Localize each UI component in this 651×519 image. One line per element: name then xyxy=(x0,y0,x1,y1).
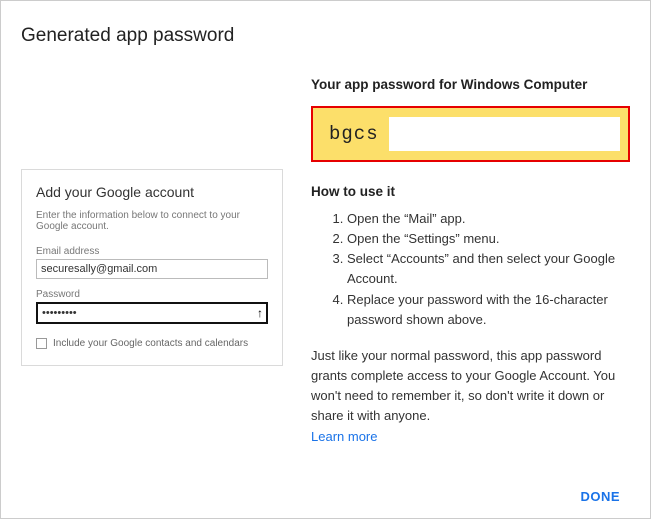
howto-heading: How to use it xyxy=(311,184,630,199)
learn-more-link[interactable]: Learn more xyxy=(311,429,377,444)
howto-step: Open the “Mail” app. xyxy=(347,209,630,229)
disclaimer-text: Just like your normal password, this app… xyxy=(311,346,630,427)
panel-heading: Add your Google account xyxy=(36,184,268,200)
panel-intro: Enter the information below to connect t… xyxy=(36,210,268,232)
page-title: Generated app password xyxy=(21,25,630,47)
done-button[interactable]: DONE xyxy=(580,489,620,504)
password-label: Password xyxy=(36,289,268,300)
account-setup-panel: Add your Google account Enter the inform… xyxy=(21,169,283,366)
app-password-value: bgcs xyxy=(319,123,389,145)
caps-indicator-icon: ↑ xyxy=(257,306,263,320)
app-password-box: bgcs xyxy=(311,106,630,162)
email-field[interactable] xyxy=(36,259,268,279)
howto-steps: Open the “Mail” app. Open the “Settings”… xyxy=(347,209,630,330)
howto-step: Replace your password with the 16-charac… xyxy=(347,290,630,330)
app-password-heading: Your app password for Windows Computer xyxy=(311,77,630,92)
howto-step: Select “Accounts” and then select your G… xyxy=(347,249,630,289)
email-label: Email address xyxy=(36,246,268,257)
checkbox-label: Include your Google contacts and calenda… xyxy=(53,338,248,349)
checkbox-box-icon xyxy=(36,338,47,349)
app-password-masked xyxy=(389,117,620,151)
include-contacts-checkbox[interactable]: Include your Google contacts and calenda… xyxy=(36,338,268,349)
howto-step: Open the “Settings” menu. xyxy=(347,229,630,249)
password-field[interactable] xyxy=(36,302,268,324)
